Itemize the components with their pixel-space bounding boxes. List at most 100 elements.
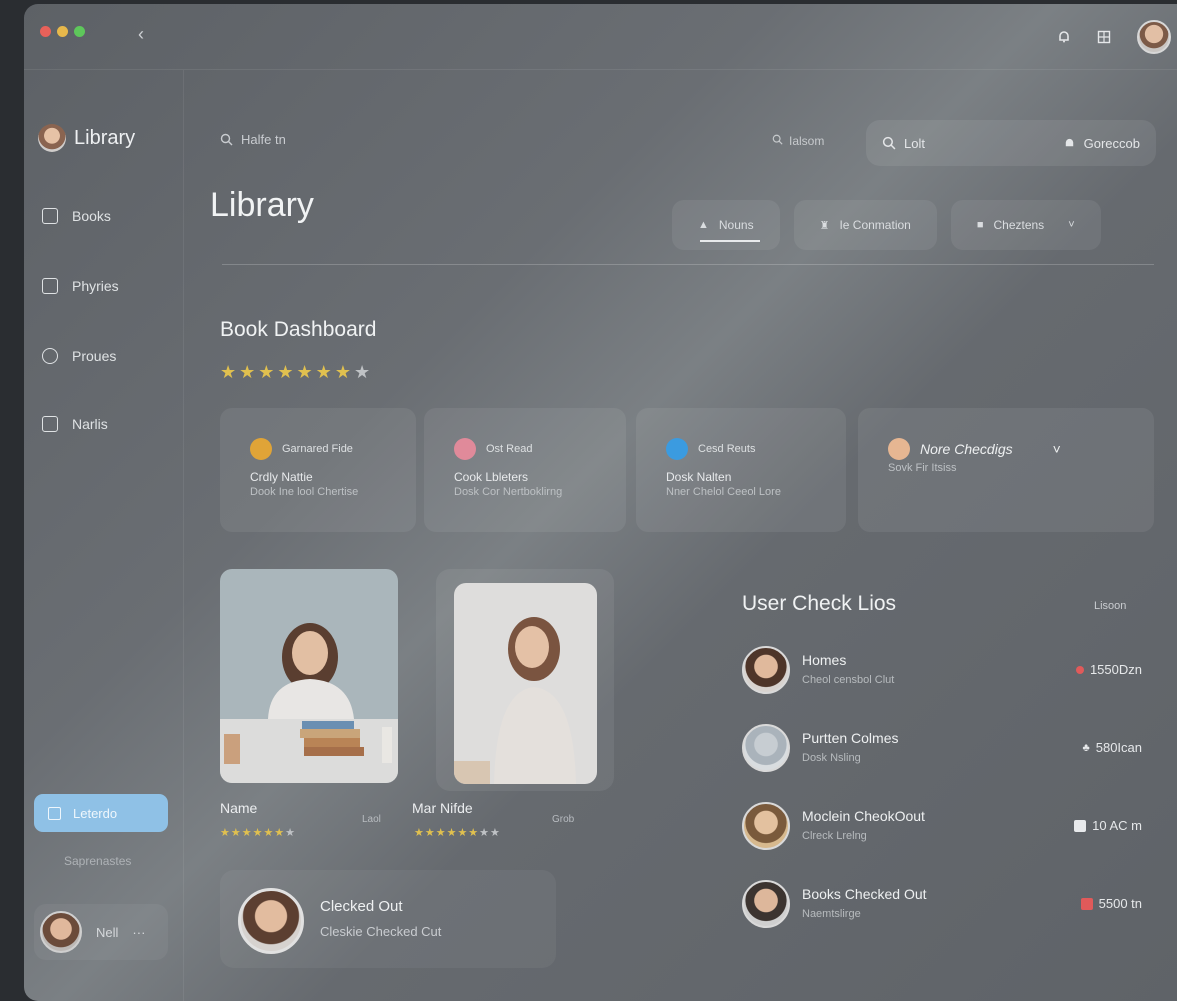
search-action-label: Goreccob <box>1083 135 1140 151</box>
photo-caption: Name <box>220 800 258 816</box>
badge-icon <box>666 438 688 460</box>
list-item-name: Purtten Colmes <box>802 730 899 746</box>
half-star-icon: ★ <box>334 362 354 382</box>
card-line-1: Dosk Nalten <box>666 470 732 484</box>
card-line-1: Cook Lbleters <box>454 470 529 484</box>
divider <box>222 264 1154 265</box>
window-controls <box>40 26 85 37</box>
list-item[interactable]: Books Checked Out Naemtslirge 5500 tn <box>742 880 1142 932</box>
sidebar-item-label: Narlis <box>72 416 108 432</box>
search-input[interactable]: Lolt Goreccob <box>866 120 1156 166</box>
search-icon <box>882 136 896 150</box>
list-item[interactable]: Moclein CheokOout Clreck Lrelng 10 AC m <box>742 802 1142 854</box>
bookmark-icon: ♜ <box>819 219 830 232</box>
sidebar-item-proues[interactable]: Proues <box>42 348 116 364</box>
badge-icon <box>250 438 272 460</box>
search-filter[interactable]: Ialsom <box>772 134 824 148</box>
rating-stars: ★★★★★★★ <box>220 827 297 839</box>
tab-label: Nouns <box>718 218 754 232</box>
sidebar-sub-label[interactable]: Saprenastes <box>64 854 131 868</box>
sidebar-item-narlis[interactable]: Narlis <box>42 416 108 432</box>
card-line-2: Dosk Cor Nertboklirng <box>454 486 563 498</box>
page-title: Library <box>210 186 314 224</box>
alert-icon <box>1080 897 1093 910</box>
search-left[interactable]: Halfe tn <box>220 132 286 147</box>
user-chip[interactable]: Nell ··· <box>34 904 168 960</box>
sidebar-cta-button[interactable]: Leterdo <box>34 794 168 832</box>
user-check-more-link[interactable]: Lisoon <box>1094 600 1126 612</box>
list-item-value: ♣ 580Ican <box>1083 740 1142 755</box>
section-title: Book Dashboard <box>220 318 377 341</box>
dashboard-card-wide[interactable]: Nore Checdigs ˅ Sovk Fir Itsiss <box>858 408 1154 532</box>
checked-out-card[interactable]: Clecked Out Cleskie Checked Cut <box>220 870 556 968</box>
chevron-left-icon[interactable]: ‹ <box>138 24 144 45</box>
sidebar: Library Books Phyries Proues Narlis Lete… <box>24 70 184 1001</box>
rating-stars: ★★★★★★★★ <box>220 362 374 382</box>
avatar <box>742 724 790 772</box>
list-item-sub: Clreck Lrelng <box>802 830 867 842</box>
search-filter-text: Ialsom <box>789 134 825 148</box>
maximize-dot[interactable] <box>74 26 85 37</box>
search-left-text: Halfe tn <box>241 132 286 147</box>
tab-nouns[interactable]: ▲ Nouns <box>672 200 780 250</box>
lock-icon: ♣ <box>1082 741 1090 754</box>
list-icon <box>42 278 58 294</box>
sidebar-item-label: Phyries <box>72 278 119 294</box>
user-name: Nell <box>96 924 119 940</box>
top-right-actions <box>1057 20 1171 54</box>
cta-label: Leterdo <box>73 805 118 821</box>
list-item[interactable]: Homes Cheol censbol Clut 1550Dzn <box>742 646 1142 698</box>
list-item-sub: Naemtslirge <box>802 908 861 920</box>
avatar <box>742 880 790 928</box>
search-action-button[interactable]: Goreccob <box>1063 136 1140 151</box>
close-dot[interactable] <box>40 26 51 37</box>
list-item[interactable]: Purtten Colmes Dosk Nsling ♣ 580Ican <box>742 724 1142 776</box>
photo-caption: Mar Nifde <box>412 800 473 816</box>
rating-stars: ★★★★★★★★ <box>414 827 501 839</box>
photo-image <box>220 569 398 783</box>
calendar-icon <box>48 806 61 820</box>
sidebar-item-label: Books <box>72 208 111 224</box>
tab-cheztens[interactable]: ■ Cheztens ˅ <box>950 200 1101 250</box>
list-item-name: Moclein CheokOout <box>802 808 925 824</box>
card-line-1: Crdly Nattie <box>250 470 313 484</box>
home-icon: ▲ <box>698 219 709 231</box>
minimize-dot[interactable] <box>57 26 68 37</box>
card-line-2: Sovk Fir Itsiss <box>888 462 957 474</box>
dashboard-card[interactable]: Ost Read Cook Lbleters Dosk Cor Nertbokl… <box>424 408 626 532</box>
avatar <box>888 438 910 460</box>
app-window: ‹ Library Books Phyries Proues Narlis Le… <box>24 4 1177 1001</box>
checked-subtitle: Cleskie Checked Cut <box>320 924 442 939</box>
dashboard-card[interactable]: Cesd Reuts Dosk Nalten Nner Chelol Ceeol… <box>636 408 846 532</box>
grid-icon[interactable] <box>1097 30 1111 44</box>
search-icon <box>220 133 233 146</box>
tab-label: Ie Conmation <box>839 218 911 232</box>
card-head: Garnared Fide <box>282 443 353 455</box>
sidebar-item-label: Proues <box>72 348 117 364</box>
more-icon[interactable]: ··· <box>132 925 145 940</box>
card-line-2: Nner Chelol Ceeol Lore <box>666 486 781 498</box>
card-head: Cesd Reuts <box>698 443 756 455</box>
avatar <box>238 888 304 954</box>
user-avatar[interactable] <box>1137 20 1171 54</box>
value-text: 1550Dzn <box>1089 662 1142 677</box>
card-head: Nore Checdigs <box>920 441 1013 457</box>
tab-bar: ▲ Nouns ♜ Ie Conmation ■ Cheztens ˅ <box>672 200 1101 250</box>
avatar <box>40 911 82 953</box>
value-text: 10 AC m <box>1092 818 1142 833</box>
tab-conmation[interactable]: ♜ Ie Conmation <box>793 200 937 250</box>
brand[interactable]: Library <box>38 124 135 152</box>
book-photo[interactable] <box>220 569 398 783</box>
sidebar-item-phyries[interactable]: Phyries <box>42 278 119 294</box>
avatar <box>742 802 790 850</box>
empty-star-icon: ★ <box>353 362 374 382</box>
list-item-name: Books Checked Out <box>802 886 927 902</box>
book-photo[interactable] <box>454 583 597 784</box>
photo-image <box>454 583 597 784</box>
dashboard-card[interactable]: Garnared Fide Crdly Nattie Dook Ine lool… <box>220 408 416 532</box>
list-item-value: 10 AC m <box>1074 818 1142 833</box>
sidebar-item-books[interactable]: Books <box>42 208 111 224</box>
chevron-down-icon[interactable]: ˅ <box>1053 441 1061 457</box>
brand-logo-icon <box>38 124 66 152</box>
bell-icon[interactable] <box>1057 30 1071 44</box>
